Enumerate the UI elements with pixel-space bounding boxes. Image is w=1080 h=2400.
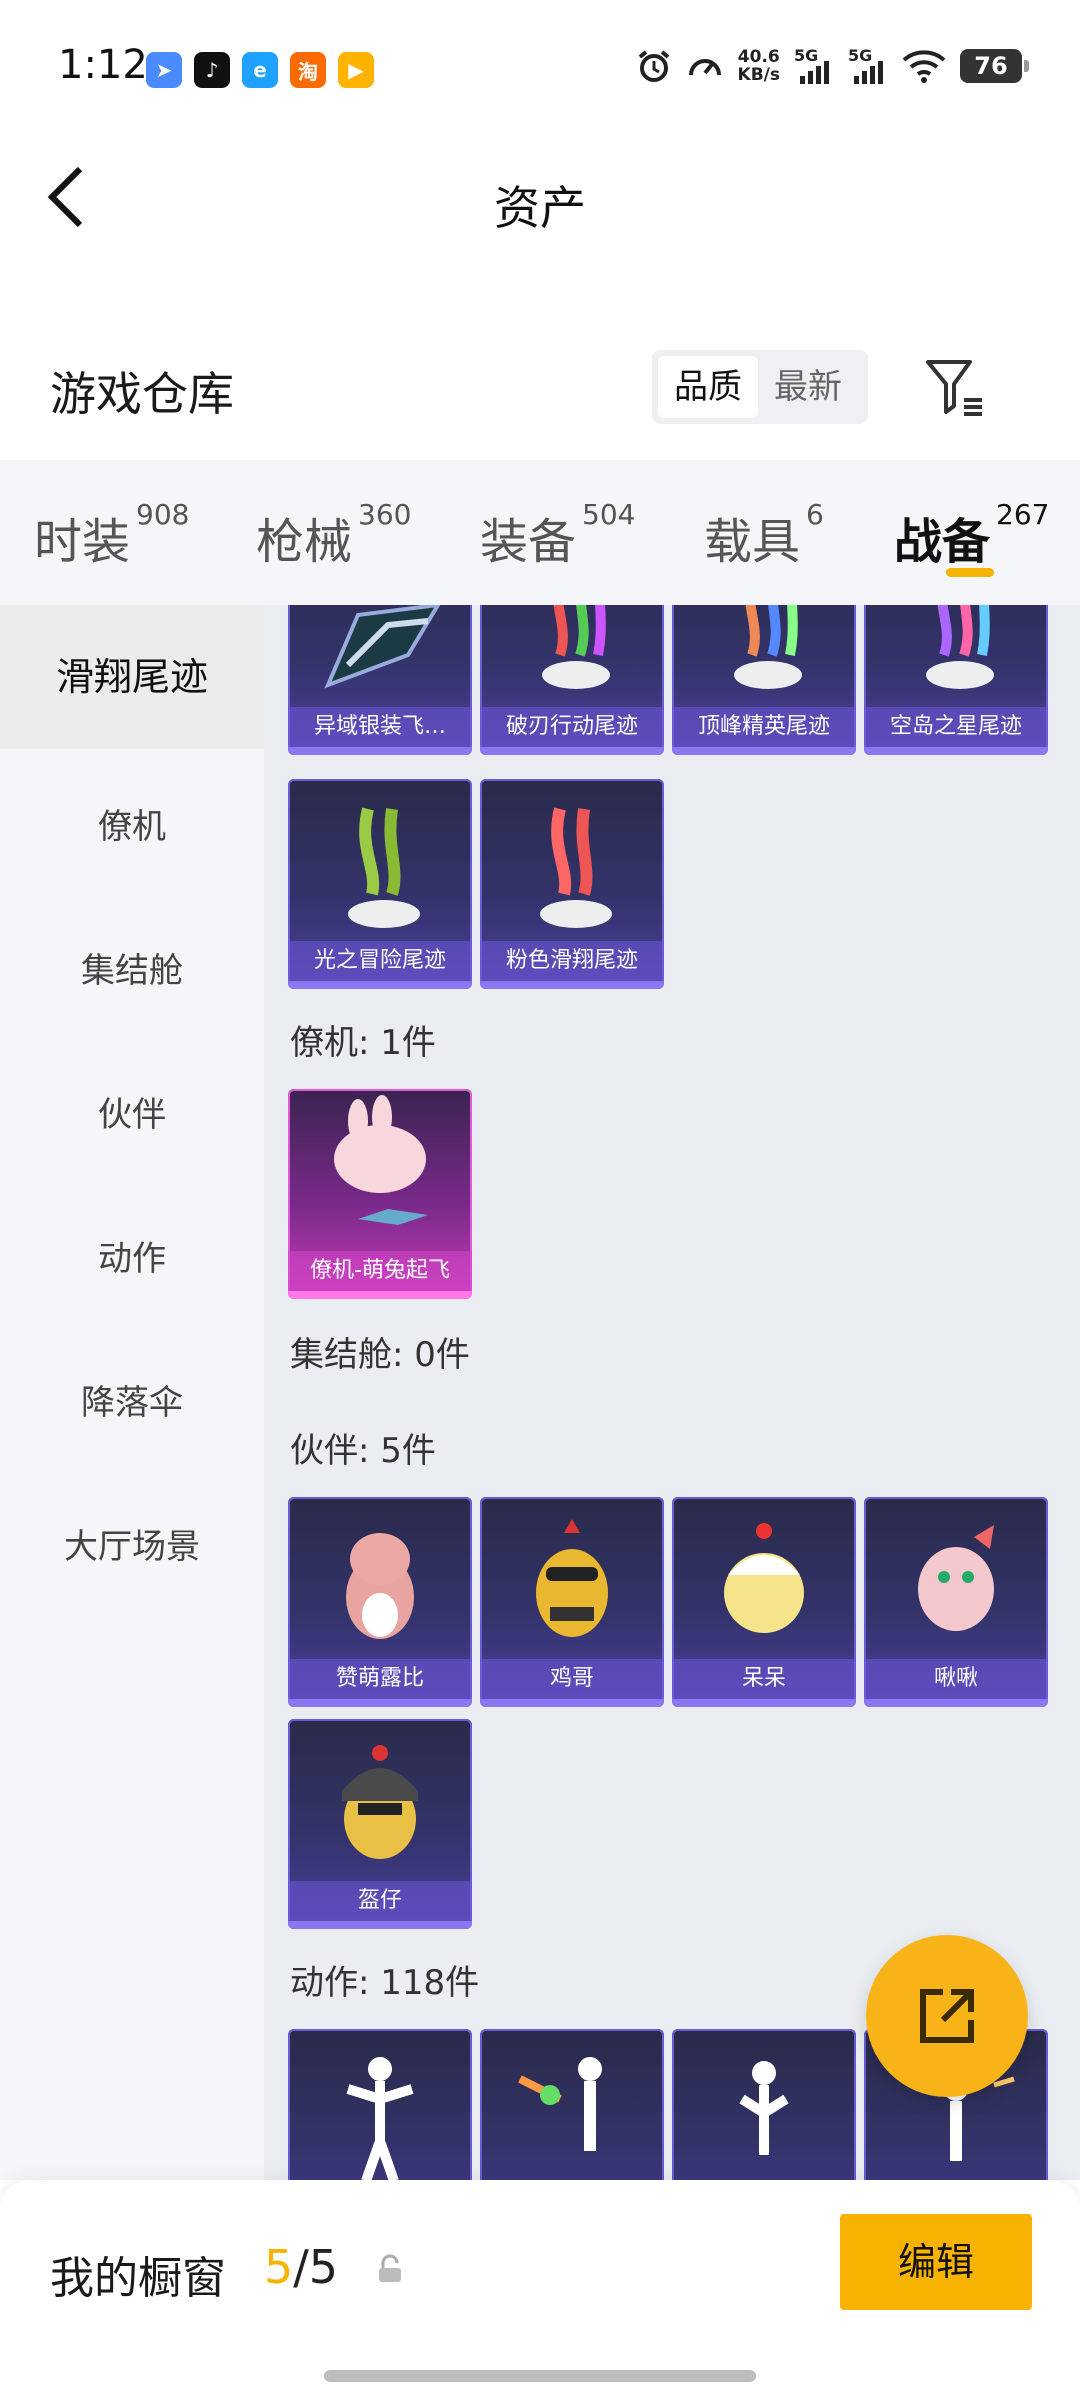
sidebar-item-emote[interactable]: 动作 [0, 1231, 264, 1280]
item-name: 顶峰精英尾迹 [672, 707, 856, 747]
item-card[interactable]: 赞萌露比 [288, 1497, 472, 1707]
sort-latest-button[interactable]: 最新 [758, 356, 858, 418]
signal-2-icon: 5G [848, 46, 888, 86]
helmet-chick-partner-icon [342, 1745, 418, 1859]
showcase-bar: 我的橱窗 5/5 编辑 [0, 2180, 1080, 2400]
send-app-icon: ➤ [146, 52, 182, 88]
item-card[interactable]: 空岛之星尾迹 [864, 605, 1048, 755]
star-trail-icon [926, 605, 994, 689]
item-name: 空岛之星尾迹 [864, 707, 1048, 747]
dance-emote-icon [346, 2057, 414, 2180]
filter-icon[interactable] [924, 356, 986, 418]
section-header-emote: 动作: 118件 [290, 1963, 480, 2003]
item-card[interactable]: 异域银装飞… [288, 605, 472, 755]
taobao-icon: 淘 [290, 52, 326, 88]
item-card[interactable]: 粉色滑翔尾迹 [480, 779, 664, 989]
signal-1-icon: 5G [794, 46, 834, 86]
chicken-partner-icon [536, 1519, 608, 1637]
share-button[interactable] [866, 1935, 1028, 2097]
music-emote-icon [739, 2061, 789, 2155]
tiktok-icon: ♪ [194, 52, 230, 88]
beaver-partner-icon [346, 1533, 414, 1639]
bird-partner-icon [918, 1525, 994, 1631]
item-name: 破刃行动尾迹 [480, 707, 664, 747]
sidebar-item-capsule[interactable]: 集结舱 [0, 943, 264, 992]
color-trail-icon [734, 605, 802, 689]
sidebar-item-parachute[interactable]: 降落伞 [0, 1375, 264, 1424]
rainbow-trail-icon [542, 605, 610, 689]
item-name: 光之冒险尾迹 [288, 941, 472, 981]
sidebar-item-glide-trail[interactable]: 滑翔尾迹 [0, 605, 264, 749]
sort-toggle: 品质 最新 [652, 350, 868, 424]
item-card[interactable]: 僚机-萌兔起飞 [288, 1089, 472, 1299]
tab-firearms[interactable]: 枪械 360 [256, 498, 411, 572]
active-tab-indicator [946, 568, 994, 577]
sidebar: 滑翔尾迹 僚机 集结舱 伙伴 动作 降落伞 大厅场景 [0, 605, 264, 2180]
browser-icon: e [242, 52, 278, 88]
notification-icons: ➤ ♪ e 淘 ▶ [146, 52, 374, 88]
showcase-count: 5/5 [264, 2240, 339, 2294]
item-card[interactable] [288, 2029, 472, 2180]
page-title: 资产 [494, 181, 586, 235]
item-name: 盔仔 [288, 1881, 472, 1921]
item-card[interactable]: 鸡哥 [480, 1497, 664, 1707]
item-name: 僚机-萌兔起飞 [288, 1251, 472, 1291]
share-icon [920, 1989, 974, 2043]
sidebar-item-lobby-scene[interactable]: 大厅场景 [0, 1519, 264, 1568]
network-speed: 40.6 KB/s [737, 47, 780, 85]
tab-combat-prep[interactable]: 战备 267 [894, 498, 1049, 572]
item-card[interactable]: 啾啾 [864, 1497, 1048, 1707]
firework-emote-icon [518, 2057, 602, 2151]
green-trail-icon [348, 807, 420, 928]
category-tabs: 时装 908 枪械 360 装备 504 载具 6 战备 267 [0, 460, 1080, 605]
tab-vehicles[interactable]: 载具 6 [704, 498, 824, 572]
wifi-icon [902, 50, 946, 83]
lock-icon [379, 2254, 401, 2282]
video-app-icon: ▶ [338, 52, 374, 88]
tab-fashion[interactable]: 时装 908 [34, 498, 189, 572]
alarm-icon [638, 50, 669, 82]
status-time: 1:12 [58, 42, 148, 88]
showcase-label: 我的橱窗 [50, 2253, 226, 2304]
section-header-wingman: 僚机: 1件 [290, 1023, 436, 1063]
battery-icon: 76 [960, 49, 1029, 83]
pink-trail-icon [540, 807, 612, 928]
chick-partner-icon [724, 1523, 804, 1633]
item-card[interactable] [672, 2029, 856, 2180]
item-name: 呆呆 [672, 1659, 856, 1699]
item-name: 啾啾 [864, 1659, 1048, 1699]
edit-button[interactable]: 编辑 [840, 2214, 1032, 2310]
sidebar-item-partner[interactable]: 伙伴 [0, 1087, 264, 1136]
sidebar-item-wingman[interactable]: 僚机 [0, 799, 264, 848]
item-name: 鸡哥 [480, 1659, 664, 1699]
sort-quality-button[interactable]: 品质 [658, 356, 758, 418]
bunny-wingman-icon [334, 1095, 428, 1225]
item-name: 异域银装飞… [288, 707, 472, 747]
item-card[interactable] [480, 2029, 664, 2180]
item-name: 赞萌露比 [288, 1659, 472, 1699]
section-header-capsule: 集结舱: 0件 [290, 1335, 470, 1375]
warehouse-title: 游戏仓库 [50, 367, 234, 421]
item-card[interactable]: 破刃行动尾迹 [480, 605, 664, 755]
section-header-partner: 伙伴: 5件 [290, 1431, 436, 1471]
wing-emblem-icon [324, 605, 441, 689]
tab-equipment[interactable]: 装备 504 [480, 498, 635, 572]
item-card[interactable]: 顶峰精英尾迹 [672, 605, 856, 755]
item-name: 粉色滑翔尾迹 [480, 941, 664, 981]
speedometer-icon [688, 59, 721, 76]
home-indicator [324, 2370, 756, 2382]
item-card[interactable]: 盔仔 [288, 1719, 472, 1929]
status-bar: 1:12 ➤ ♪ e 淘 ▶ 40.6 KB/s 5G 5G 76 [0, 0, 1080, 140]
item-card[interactable]: 光之冒险尾迹 [288, 779, 472, 989]
item-card[interactable]: 呆呆 [672, 1497, 856, 1707]
